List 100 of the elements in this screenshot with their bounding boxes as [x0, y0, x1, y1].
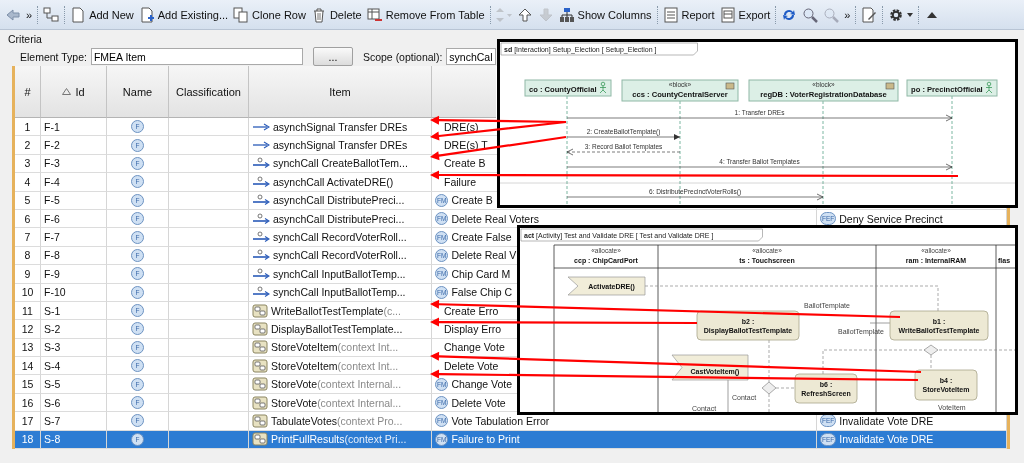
gear-icon [888, 6, 905, 23]
column-title: Name [122, 85, 153, 98]
action-icon [252, 413, 268, 428]
action-node [914, 369, 978, 401]
action-icon [252, 303, 268, 318]
column-header[interactable]: Name [107, 66, 169, 118]
action-icon [252, 377, 268, 392]
failure-mode: Chip Card M [451, 267, 511, 280]
failure-mode: Change Vote [444, 341, 505, 354]
item-name: synchCall CreateBallotTem... [273, 157, 408, 170]
table-cell: F-4 [41, 173, 107, 192]
item-name: PrintFullResults(context Pri... [271, 433, 407, 446]
action-icon [252, 432, 268, 447]
report-icon [662, 6, 679, 23]
table-cell: F-5 [41, 191, 107, 210]
row-number: 11 [15, 301, 41, 321]
table-cell: F-8 [41, 246, 107, 266]
column-header[interactable]: Item [249, 66, 432, 118]
field-label: Element Type: [20, 50, 87, 63]
row-number: 13 [15, 338, 41, 358]
failure-mode: Display Erro [444, 323, 502, 335]
flow-line [775, 387, 796, 389]
failure-mode: False Chip C [451, 286, 513, 299]
decision-diamond [923, 344, 939, 356]
failure-effect: Deny Service Precinct [839, 212, 943, 225]
section-title: Criteria [8, 33, 42, 45]
export-icon [719, 6, 736, 23]
item-name: StoreVote(context Internal... [271, 378, 402, 391]
item-name: synchCall RecordVoterRoll... [273, 249, 407, 262]
columns-icon [558, 6, 575, 23]
flow-line [768, 339, 770, 383]
row-number: 12 [15, 320, 41, 339]
call-arrow-icon [252, 286, 270, 299]
failure-mode: DRE(s) [444, 120, 479, 133]
table-cell: F-6 [41, 209, 107, 229]
item-name: asynchCall DistributePreci... [273, 212, 405, 225]
report-button[interactable]: Report [660, 4, 717, 25]
overflow-button[interactable]: » [842, 6, 853, 23]
person-icon [985, 81, 993, 94]
row-number: 17 [15, 412, 41, 431]
row-number: 4 [15, 173, 41, 192]
failure-mode: Create B [451, 194, 493, 207]
column-title: # [24, 85, 31, 98]
failure-mode: Create Erro [444, 304, 499, 317]
failure-mode: Delete Real V [451, 249, 517, 262]
failure-mode: Vote Tabulation Error [451, 414, 550, 427]
up-down-arrows-icon [495, 6, 512, 23]
table-cell: F-10 [41, 283, 107, 302]
delete-button[interactable]: Delete [308, 4, 364, 25]
page-pen-icon [861, 6, 878, 23]
row-number: 15 [15, 375, 41, 394]
magnifier-icon [802, 6, 819, 23]
row-number: 9 [15, 265, 41, 284]
column-header[interactable]: Id [41, 66, 107, 118]
browse-button[interactable]: ... [312, 47, 353, 66]
column-header[interactable]: Classification [169, 66, 249, 118]
arrow-icon [252, 140, 270, 151]
person-icon [599, 81, 607, 94]
failure-effect: Invalidate Vote DRE [839, 414, 934, 427]
action-icon [252, 340, 268, 355]
add-new-button[interactable]: Add New [68, 4, 136, 25]
export-button[interactable]: Export [717, 4, 773, 25]
block-icon [885, 82, 895, 90]
item-name: synchCall RecordVoterRoll... [273, 231, 407, 244]
row-number: 10 [15, 283, 41, 302]
row-number: 1 [15, 118, 41, 137]
block-icon [725, 82, 735, 90]
caret-icon [907, 12, 914, 17]
remove-from-table-button[interactable]: Remove From Table [364, 4, 487, 25]
overflow-button[interactable]: » [24, 6, 35, 23]
column-header[interactable]: # [15, 66, 41, 118]
action-icon [252, 358, 268, 373]
call-arrow-icon [252, 249, 270, 262]
column-title: Classification [176, 85, 241, 98]
failure-effect: Invalidate Vote DRE [839, 433, 934, 446]
show-columns-button[interactable]: Show Columns [556, 4, 654, 25]
table-cell: F-1 [41, 118, 107, 137]
failure-mode: Delete Real Voters [451, 212, 539, 225]
add-existing-button[interactable]: Add Existing... [136, 4, 231, 25]
row-number: 14 [15, 357, 41, 376]
failure-mode: Delete Vote [451, 396, 506, 409]
action-icon [252, 322, 268, 336]
table-cell: S-6 [41, 393, 107, 413]
scope-field[interactable]: synchCal [446, 48, 497, 65]
action-icon [252, 395, 268, 410]
table-cell: F-9 [41, 265, 107, 284]
failure-mode: Create B [444, 157, 486, 170]
item-name: synchCall InputBallotTemp... [273, 286, 406, 299]
table-cell: S-1 [41, 301, 107, 321]
failure-mode: Failure to Print [451, 433, 520, 446]
item-name: asynchSignal Transfer DREs [273, 139, 408, 152]
row-number: 7 [15, 228, 41, 247]
copy-icon [233, 6, 250, 23]
tree-view-button[interactable] [41, 4, 62, 25]
row-number: 16 [15, 393, 41, 413]
call-arrow-icon [252, 267, 270, 280]
clone-row-button[interactable]: Clone Row [231, 4, 308, 25]
table-cell: S-5 [41, 375, 107, 394]
table-cell: S-7 [41, 412, 107, 431]
element-type-field[interactable]: FMEA Item [90, 48, 303, 65]
